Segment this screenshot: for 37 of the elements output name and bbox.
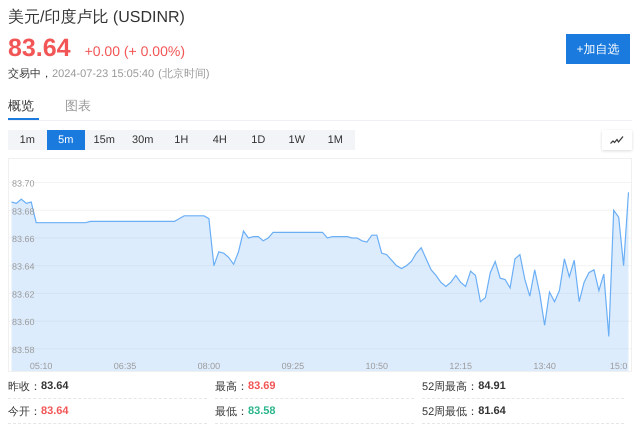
stat-label: 最低： [215, 404, 248, 418]
stat-value: 83.69 [248, 380, 276, 392]
chart-type-button[interactable] [602, 130, 632, 150]
period-button[interactable]: 5m [46, 130, 85, 150]
stat-label: 昨收： [8, 380, 41, 394]
stat-value: 84.91 [478, 380, 506, 392]
stat-label: 52周最低： [422, 404, 478, 418]
y-axis-label: 83.70 [12, 178, 35, 189]
price-change: +0.00 (+ 0.00%) [84, 43, 185, 59]
y-axis-label: 83.60 [12, 317, 35, 328]
stat-value: 83.58 [248, 405, 276, 417]
x-axis-label: 12:15 [449, 361, 472, 371]
stat-label: 52周最高： [422, 380, 478, 394]
instrument-title: 美元/印度卢比 (USDINR) [8, 8, 186, 28]
stat-value: 83.64 [41, 405, 69, 417]
x-axis-label: 06:35 [114, 361, 136, 371]
stat-value: 81.64 [478, 405, 506, 417]
stat-label: 最高： [215, 380, 248, 394]
timestamp: 2024-07-23 15:05:40 [52, 68, 154, 80]
x-axis-label: 08:00 [198, 361, 220, 371]
y-axis-label: 83.64 [12, 262, 35, 272]
y-axis-label: 83.58 [12, 344, 35, 355]
y-axis-label: 83.66 [12, 234, 35, 244]
add-watchlist-button[interactable]: +加自选 [566, 34, 630, 64]
price: 83.64 [8, 34, 71, 62]
stat-value: 83.64 [41, 380, 69, 392]
trading-status: 交易中， [8, 66, 52, 81]
tab[interactable]: 概览 [8, 97, 39, 120]
timezone: (北京时间) [158, 66, 210, 81]
y-axis-label: 83.62 [12, 289, 35, 300]
x-axis-label: 15:0 [610, 361, 628, 371]
x-axis-label: 13:40 [533, 361, 556, 371]
x-axis-label: 10:50 [366, 361, 388, 371]
stat-label: 今开： [8, 404, 41, 418]
x-axis-label: 09:25 [282, 361, 304, 371]
line-chart-icon [610, 136, 624, 144]
x-axis-label: 05:10 [30, 361, 52, 371]
